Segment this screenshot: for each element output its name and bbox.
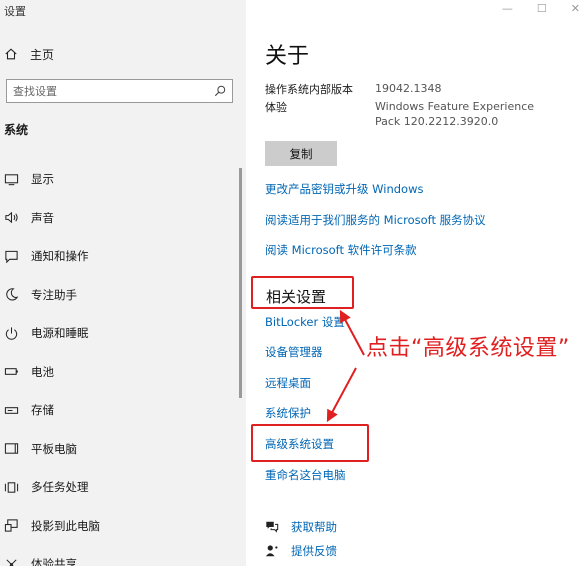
link-change-product-key[interactable]: 更改产品密钥或升级 Windows xyxy=(265,181,424,197)
sidebar-item-storage[interactable]: 存储 xyxy=(0,391,246,430)
window-controls: — ☐ ✕ xyxy=(502,2,580,15)
feedback-icon xyxy=(265,545,278,557)
highlight-box-advanced-system-settings xyxy=(251,424,369,462)
minimize-icon[interactable]: — xyxy=(502,2,513,15)
sidebar-item-label: 体验共享 xyxy=(31,557,77,566)
sidebar-home[interactable]: 主页 xyxy=(4,44,54,64)
sidebar-scrollbar[interactable] xyxy=(239,168,242,398)
link-rename-this-pc[interactable]: 重命名这台电脑 xyxy=(265,467,346,483)
link-system-protection[interactable]: 系统保护 xyxy=(265,405,311,421)
sidebar-section-title: 系统 xyxy=(4,123,29,137)
give-feedback-link[interactable]: 提供反馈 xyxy=(265,543,337,559)
sidebar-item-label: 电池 xyxy=(31,364,54,379)
link-software-license-terms[interactable]: 阅读 Microsoft 软件许可条款 xyxy=(265,242,417,258)
sidebar-item-label: 电源和睡眠 xyxy=(31,326,89,341)
get-help-label: 获取帮助 xyxy=(291,520,337,534)
page-title: 关于 xyxy=(265,44,310,69)
main-content: — ☐ ✕ 关于 操作系统内部版本 19042.1348 体验 Windows … xyxy=(246,0,588,566)
window-title: 设置 xyxy=(4,5,26,18)
speaker-icon xyxy=(5,211,18,224)
link-microsoft-services-agreement[interactable]: 阅读适用于我们服务的 Microsoft 服务协议 xyxy=(265,212,486,228)
link-bitlocker-settings[interactable]: BitLocker 设置 xyxy=(265,314,345,330)
search-box[interactable] xyxy=(6,79,233,103)
maximize-icon[interactable]: ☐ xyxy=(537,2,547,15)
copy-button[interactable]: 复制 xyxy=(265,141,337,166)
multitask-icon xyxy=(4,482,19,493)
annotation-text: 点击“高级系统设置” xyxy=(366,336,570,361)
sidebar-item-battery[interactable]: 电池 xyxy=(0,353,246,392)
moon-icon xyxy=(6,288,19,301)
sidebar-item-focus-assist[interactable]: 专注助手 xyxy=(0,276,246,315)
info-label-os-build: 操作系统内部版本 xyxy=(265,83,353,96)
power-icon xyxy=(5,327,18,340)
sidebar-item-sound[interactable]: 声音 xyxy=(0,199,246,238)
sidebar-item-power-sleep[interactable]: 电源和睡眠 xyxy=(0,314,246,353)
search-icon[interactable] xyxy=(214,85,226,97)
sidebar-home-label: 主页 xyxy=(30,47,55,62)
close-icon[interactable]: ✕ xyxy=(571,2,580,15)
sidebar-item-label: 通知和操作 xyxy=(31,249,89,264)
sidebar-item-shared-experiences[interactable]: 体验共享 xyxy=(0,545,246,566)
notification-icon xyxy=(5,250,18,264)
sidebar-item-tablet[interactable]: 平板电脑 xyxy=(0,430,246,469)
sidebar-item-label: 显示 xyxy=(31,172,54,187)
sidebar-item-label: 声音 xyxy=(31,210,54,225)
sidebar-item-label: 投影到此电脑 xyxy=(31,518,100,533)
sidebar-item-label: 平板电脑 xyxy=(31,441,77,456)
sidebar: 设置 主页 系统 显示 声音 通知和操作 专注助手 xyxy=(0,0,246,566)
help-chat-icon xyxy=(266,521,279,533)
sidebar-item-label: 存储 xyxy=(31,403,54,418)
highlight-box-related-settings xyxy=(251,276,354,309)
info-value-experience: Windows Feature Experience Pack 120.2212… xyxy=(375,100,535,128)
link-remote-desktop[interactable]: 远程桌面 xyxy=(265,375,311,391)
sidebar-item-display[interactable]: 显示 xyxy=(0,160,246,199)
sidebar-nav: 显示 声音 通知和操作 专注助手 电源和睡眠 电池 存储 平板电脑 多任务处理 … xyxy=(0,160,246,566)
get-help-link[interactable]: 获取帮助 xyxy=(265,519,337,535)
info-value-os-build: 19042.1348 xyxy=(375,82,442,95)
sidebar-item-multitasking[interactable]: 多任务处理 xyxy=(0,468,246,507)
annotation-arrow-down xyxy=(326,367,357,423)
sidebar-item-label: 多任务处理 xyxy=(31,480,89,495)
project-icon xyxy=(4,519,18,532)
share-icon xyxy=(6,559,17,566)
search-input[interactable] xyxy=(13,84,214,98)
home-icon xyxy=(5,48,17,60)
battery-icon xyxy=(4,368,18,376)
info-label-experience: 体验 xyxy=(265,101,287,114)
link-device-manager[interactable]: 设备管理器 xyxy=(265,344,323,360)
tablet-icon xyxy=(4,443,19,454)
monitor-icon xyxy=(4,174,19,185)
storage-icon xyxy=(4,406,19,414)
sidebar-item-notifications[interactable]: 通知和操作 xyxy=(0,237,246,276)
sidebar-item-project-to-pc[interactable]: 投影到此电脑 xyxy=(0,507,246,546)
give-feedback-label: 提供反馈 xyxy=(291,544,337,558)
sidebar-item-label: 专注助手 xyxy=(31,287,77,302)
